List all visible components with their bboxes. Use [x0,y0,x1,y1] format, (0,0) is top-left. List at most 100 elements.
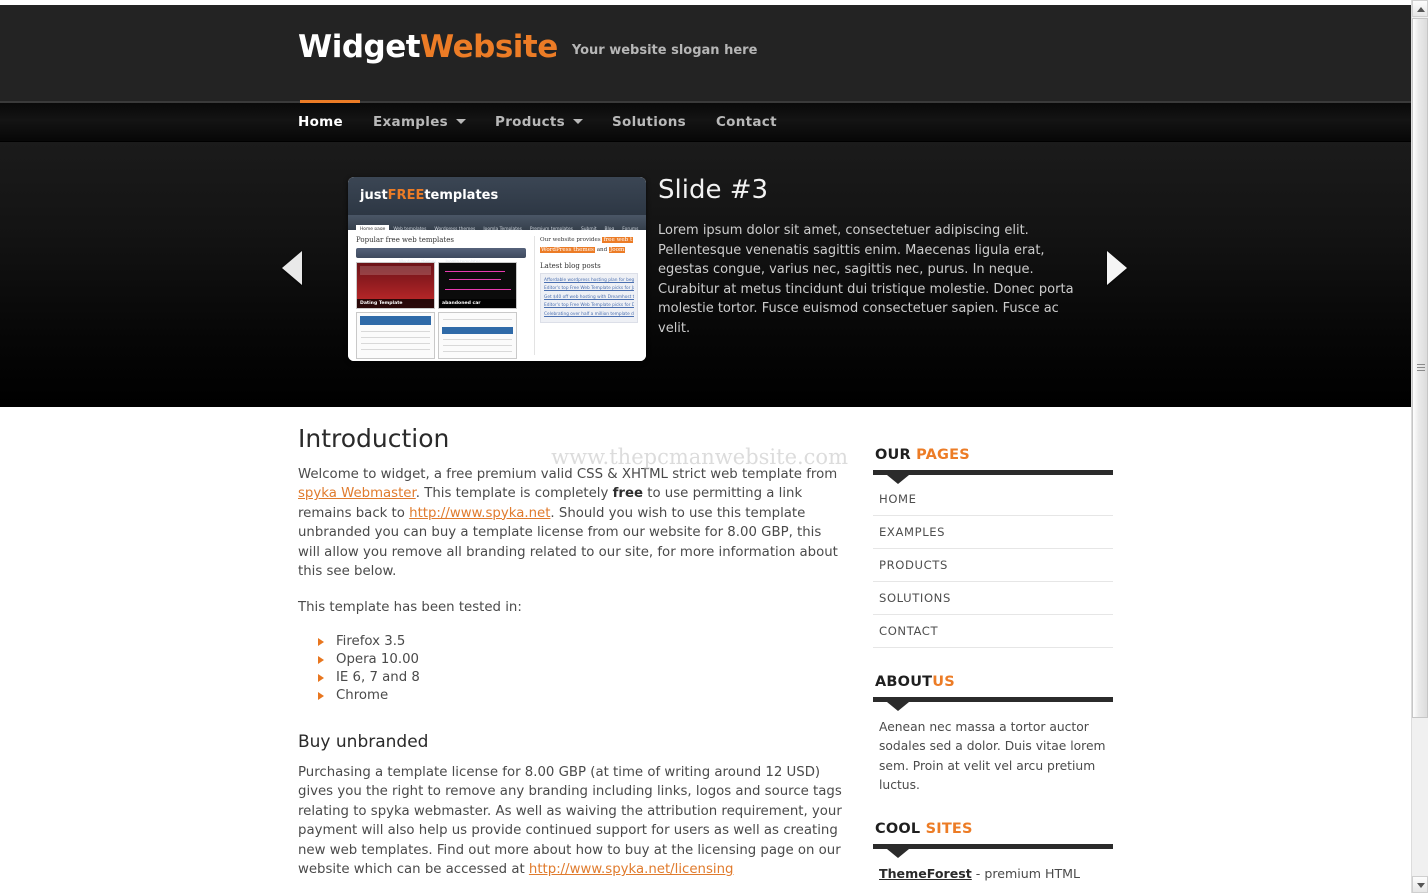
sidebar-list-item: HOME [873,483,1113,516]
spyka-net-link[interactable]: http://www.spyka.net [409,506,550,521]
site-slogan: Your website slogan here [571,43,758,58]
main-inner: www.thepcmanwebsite.com Introduction Wel… [298,407,1113,893]
nav-item-products[interactable]: Products [495,103,583,142]
thumb-right-text: Our website provides free web t WordPres… [540,236,638,255]
themeforest-link[interactable]: ThemeForest [879,866,972,881]
thumb-left-column: Popular free web templates Web templates… [356,236,526,361]
caret-up-icon [1417,7,1425,12]
sidebar-pages-heading-b: PAGES [916,447,970,463]
thumb-card-strip [360,266,431,275]
thumb-card-line [449,279,501,280]
buy-unbranded-heading: Buy unbranded [298,732,429,752]
thumb-card-line [445,289,511,290]
thumb-blog-item: Affordable wordpress hosting plan for be… [544,278,634,283]
nav-item-solutions[interactable]: Solutions [612,103,686,142]
thumb-right-column: Our website provides free web t WordPres… [534,236,638,355]
thumb-logo: justFREEtemplates [360,188,498,203]
thumb-tab-bar: Home page Web templates Wordpress themes Jo… [348,215,646,230]
site-header: WidgetWebsite Your website slogan here [0,5,1411,103]
thumb-blog-item: Get $40 off web hosting with Dreamhost t… [544,294,634,300]
nav-item-home[interactable]: Home [298,103,343,142]
themeforest-suffix: - premium HTML [971,866,1081,882]
thumb-card-strip [442,327,513,334]
thumb-card-line [361,343,430,344]
chevron-down-icon [456,119,466,124]
thumb-card-caption: abandoned car [439,299,516,308]
thumb-card-line [361,349,430,350]
thumb-card-line [443,351,512,352]
slider-next-button[interactable] [1107,251,1129,285]
logo-part-website: Website [420,29,558,65]
caret-down-icon [1417,883,1425,888]
sidebar-item-contact[interactable]: CONTACT [873,615,1113,647]
sidebar-pages-block: OUR PAGES HOME EXAMPLES PRODUCTS SOLUTIONS C… [873,447,1113,648]
sidebar-rule [873,844,1113,859]
sidebar-about-heading: ABOUTUS [875,674,1113,690]
sidebar-about-heading-a: ABOUT [875,674,933,690]
slide-title: Slide #3 [658,175,769,205]
slide-thumbnail-image[interactable]: justFREEtemplates Home page Web templates… [348,177,646,361]
sidebar-item-solutions[interactable]: SOLUTIONS [873,582,1113,614]
scrollbar-thumb[interactable] [1412,18,1428,718]
logo-part-widget: Widget [298,29,421,65]
nav-item-label: Products [495,114,565,130]
browser-list-item: Opera 10.00 [318,651,843,669]
vertical-scrollbar[interactable] [1411,0,1428,893]
browser-list-item: IE 6, 7 and 8 [318,669,843,687]
thumb-card-line [445,271,505,272]
header-inner: WidgetWebsite Your website slogan here [298,5,1113,63]
thumb-card-line [443,339,512,340]
thumb-highlight-c: Joom [609,246,626,253]
thumb-card-dating: Dating Template [356,262,435,309]
scroll-up-button[interactable] [1412,0,1428,17]
thumb-highlight-a: free web t [602,237,634,243]
intro-text-a: Welcome to widget, a free premium valid … [298,466,838,482]
nav-item-examples[interactable]: Examples [373,103,466,142]
sidebar-page-links: HOME EXAMPLES PRODUCTS SOLUTIONS CONTACT [873,483,1113,648]
thumb-blog-item: Celebrating over half a million template… [544,311,634,317]
intro-paragraph: Welcome to widget, a free premium valid … [298,465,843,582]
intro-text-b: . This template is completely [415,486,613,501]
scroll-down-button[interactable] [1412,876,1428,893]
page-title: Introduction [298,424,450,453]
thumb-blog-list: Affordable wordpress hosting plan for be… [540,273,638,323]
left-triangle-icon [282,251,302,285]
tested-in-label: This template has been tested in: [298,599,522,615]
nav-item-label: Home [298,114,343,130]
buy-unbranded-paragraph: Purchasing a template license for 8.00 G… [298,763,843,880]
navigation-items: Home Examples Products Solutions Contact [298,103,1113,142]
sidebar-rule [873,470,1113,484]
site-logo[interactable]: WidgetWebsite [298,32,558,63]
article-column: www.thepcmanwebsite.com Introduction Wel… [298,424,848,893]
sidebar-item-products[interactable]: PRODUCTS [873,549,1113,581]
sidebar-item-home[interactable]: HOME [873,483,1113,515]
thumb-card-caption: Dating Template [357,299,434,308]
chevron-down-icon [573,119,583,124]
browser-viewport: WidgetWebsite Your website slogan here H… [0,0,1411,893]
spyka-webmaster-link[interactable]: spyka Webmaster [298,486,416,501]
thumb-card-strip [360,316,431,325]
sidebar-list-item: EXAMPLES [873,516,1113,549]
thumb-body: Popular free web templates Web templates… [348,230,646,361]
slider-inner: justFREEtemplates Home page Web templates… [282,142,1127,407]
sidebar-cool-sites-block: COOL SITES ThemeForest - premium HTML [873,821,1113,882]
thumb-card-line [443,319,512,320]
nav-item-contact[interactable]: Contact [716,103,777,142]
sidebar-list-item: SOLUTIONS [873,582,1113,615]
hero-slider: justFREEtemplates Home page Web templates… [0,142,1411,407]
sidebar-cool-heading: COOL SITES [875,821,1113,837]
sidebar-item-examples[interactable]: EXAMPLES [873,516,1113,548]
nav-item-label: Solutions [612,114,686,130]
licensing-link[interactable]: http://www.spyka.net/licensing [529,862,734,877]
slider-prev-button[interactable] [282,251,304,285]
scrollbar-grip-icon [1417,364,1425,373]
thumb-card-line [361,331,430,332]
thumb-right-text-a: Our website provides [540,237,601,243]
main-content-area: www.thepcmanwebsite.com Introduction Wel… [0,407,1411,893]
slide-description: Lorem ipsum dolor sit amet, consectetuer… [658,223,1074,336]
browser-list-item: Firefox 3.5 [318,633,843,651]
thumb-card-line [443,345,512,346]
sidebar-pages-heading: OUR PAGES [875,447,1113,463]
thumb-logo-templates: templates [424,188,499,203]
thumb-blog-heading: Latest blog posts [540,262,601,270]
